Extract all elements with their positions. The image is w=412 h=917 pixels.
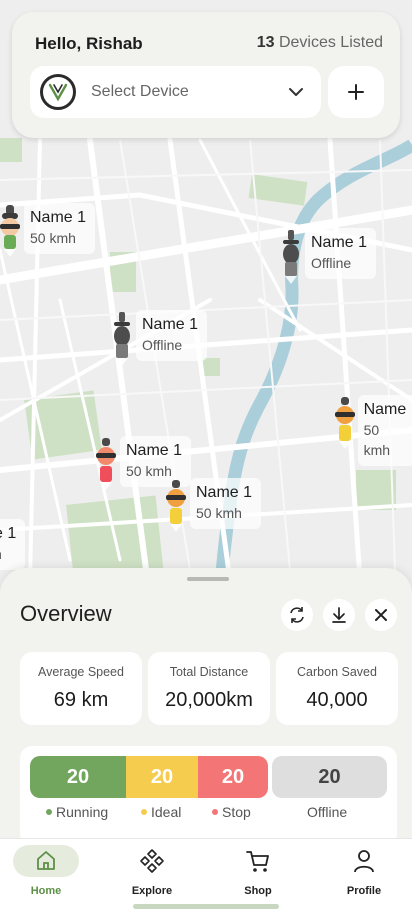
select-device-placeholder: Select Device — [91, 83, 189, 100]
vehicle-marker[interactable]: Name 1 50 kmh — [0, 203, 96, 259]
marker-name: Name 1 — [196, 484, 253, 501]
close-icon — [375, 609, 387, 621]
nav-label: Home — [30, 885, 62, 897]
stat-label: Carbon Saved — [297, 665, 377, 679]
marker-name: Name 1 — [126, 442, 183, 459]
marker-status: 50 kmh — [196, 505, 242, 521]
brand-logo-icon — [40, 74, 76, 110]
marker-name: Name 1 — [142, 316, 199, 333]
vehicle-marker[interactable]: e 1 h — [0, 519, 26, 570]
stat-label: Average Speed — [38, 665, 124, 679]
status-label-ideal: Ideal — [141, 804, 181, 820]
scooter-red-icon — [88, 436, 124, 492]
scooter-yellow-icon — [327, 395, 362, 451]
status-label: Ideal — [151, 804, 182, 820]
refresh-icon — [290, 607, 304, 623]
status-count: 20 — [66, 765, 90, 788]
vehicle-marker[interactable]: Name 1 Offline — [104, 310, 208, 366]
download-icon — [332, 607, 346, 623]
status-count: 20 — [318, 765, 341, 788]
nav-profile[interactable]: Profile — [324, 845, 404, 897]
nav-explore[interactable]: Explore — [112, 845, 192, 897]
marker-name: Name 1 — [30, 209, 87, 226]
devices-suffix: Devices Listed — [274, 34, 383, 51]
profile-icon — [331, 845, 397, 877]
status-dot — [212, 809, 218, 815]
overview-title: Overview — [20, 601, 112, 626]
nav-home[interactable]: Home — [6, 845, 86, 897]
status-label-offline: Offline — [307, 804, 347, 820]
explore-icon — [119, 845, 185, 877]
status-breakdown-card: 20 20 20 20 Running Ideal Stop Offline — [20, 746, 397, 846]
stat-label: Total Distance — [169, 665, 249, 679]
status-offline-bar[interactable]: 20 — [272, 756, 387, 798]
greeting-text: Hello, Rishab — [35, 34, 143, 53]
device-select[interactable]: Select Device — [30, 66, 321, 118]
scooter-green-icon — [0, 203, 28, 259]
sheet-drag-handle[interactable] — [187, 577, 229, 581]
header-card: Hello, Rishab 13 Devices Listed Select D… — [12, 12, 400, 138]
vehicle-marker[interactable]: Name 1 50 kmh — [158, 478, 262, 534]
marker-name: e 1 — [0, 525, 17, 542]
status-running-bar[interactable]: 20 — [30, 756, 126, 798]
marker-status: h — [0, 544, 16, 564]
nav-label: Profile — [346, 885, 382, 897]
status-count: 20 — [221, 765, 245, 788]
nav-shop[interactable]: Shop — [218, 845, 298, 897]
stat-total-distance: Total Distance 20,000km — [148, 652, 270, 725]
status-label-running: Running — [46, 804, 108, 820]
status-label: Stop — [222, 804, 251, 820]
scooter-gray-icon — [273, 228, 309, 284]
chevron-down-icon[interactable] — [287, 83, 305, 101]
vehicle-marker[interactable]: Name 1 Offline — [273, 228, 377, 284]
status-label-stop: Stop — [212, 804, 251, 820]
marker-name: Name 1 — [311, 234, 368, 251]
stat-value: 40,000 — [306, 689, 368, 711]
vehicle-marker[interactable]: Name 50 kmh — [327, 395, 412, 466]
add-device-button[interactable] — [328, 66, 384, 118]
status-dot — [141, 809, 147, 815]
plus-icon — [348, 84, 364, 100]
status-count: 20 — [150, 765, 174, 788]
cart-icon — [225, 845, 291, 877]
scooter-yellow-icon — [158, 478, 194, 534]
stat-average-speed: Average Speed 69 km — [20, 652, 142, 725]
download-button[interactable] — [323, 599, 355, 631]
devices-listed: 13 Devices Listed — [257, 34, 383, 52]
refresh-button[interactable] — [281, 599, 313, 631]
nav-label: Shop — [244, 885, 272, 897]
marker-name: Name — [363, 401, 407, 418]
marker-status: Offline — [311, 255, 352, 271]
home-icon — [13, 845, 79, 877]
marker-status: 50 kmh — [30, 230, 76, 246]
status-label: Running — [56, 804, 109, 820]
status-ideal-bar[interactable]: 20 — [126, 756, 198, 798]
marker-status: 50 kmh — [363, 422, 391, 458]
device-count: 13 — [256, 34, 275, 51]
stat-value: 69 km — [53, 689, 109, 711]
status-label: Offline — [307, 804, 348, 820]
status-stop-bar[interactable]: 20 — [198, 756, 268, 798]
status-dot — [46, 809, 52, 815]
scooter-gray-icon — [104, 310, 140, 366]
stat-carbon-saved: Carbon Saved 40,000 — [276, 652, 398, 725]
home-indicator — [133, 904, 279, 909]
close-button[interactable] — [365, 599, 397, 631]
nav-label: Explore — [131, 885, 173, 897]
stat-value: 20,000km — [165, 689, 253, 711]
marker-status: Offline — [142, 337, 183, 353]
